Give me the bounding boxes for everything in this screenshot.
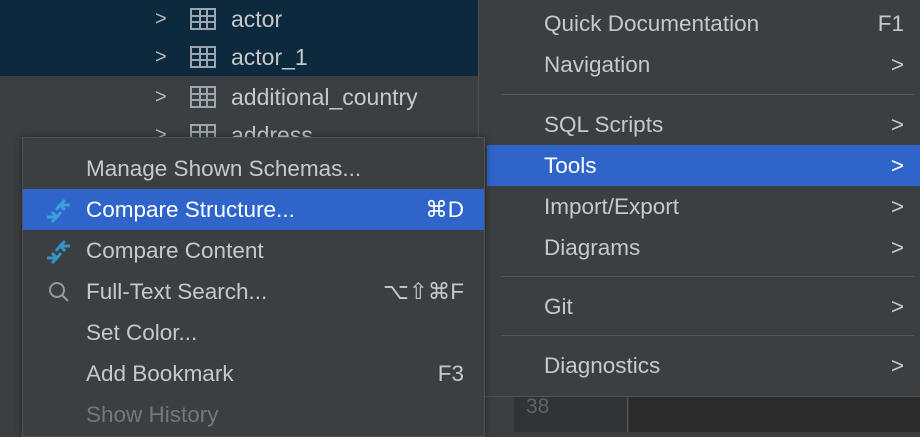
menu-item-compare-content[interactable]: Compare Content <box>23 230 484 271</box>
shortcut: F3 <box>437 360 464 386</box>
menu-item-git[interactable]: Git > <box>479 286 920 327</box>
menu-item-compare-structure[interactable]: Compare Structure... ⌘D <box>23 189 484 230</box>
menu-label: Import/Export <box>544 193 680 219</box>
menu-item-import-export[interactable]: Import/Export > <box>479 186 920 227</box>
tree-item-actor-1[interactable]: > actor_1 <box>0 38 478 76</box>
menu-item-show-history: Show History <box>23 394 484 435</box>
chevron-right-icon[interactable]: > <box>155 86 167 109</box>
menu-item-full-text-search[interactable]: Full-Text Search... ⌥⇧⌘F <box>23 271 484 312</box>
search-icon <box>49 281 69 302</box>
table-icon <box>190 8 216 30</box>
shortcut: F1 <box>877 10 904 36</box>
menu-label: SQL Scripts <box>544 111 664 137</box>
separator <box>501 335 914 336</box>
menu-label: Git <box>544 293 573 319</box>
menu-label: Tools <box>544 152 597 178</box>
menu-item-quick-documentation[interactable]: Quick Documentation F1 <box>479 3 920 44</box>
menu-label: Manage Shown Schemas... <box>86 155 362 181</box>
menu-label: Compare Structure... <box>86 196 295 222</box>
compare-icon <box>47 239 70 264</box>
menu-label: Compare Content <box>86 237 264 263</box>
chevron-right-icon: > <box>890 152 904 178</box>
table-icon <box>190 86 216 108</box>
editor-gutter: 38 <box>514 395 628 432</box>
chevron-right-icon: > <box>890 51 904 77</box>
chevron-right-icon[interactable]: > <box>155 46 167 69</box>
menu-item-tools[interactable]: Tools > <box>487 145 920 186</box>
tree-item-additional-country[interactable]: > additional_country <box>0 78 478 116</box>
chevron-right-icon: > <box>890 111 904 137</box>
menu-label: Full-Text Search... <box>86 278 268 304</box>
menu-label: Add Bookmark <box>86 360 234 386</box>
menu-item-set-color[interactable]: Set Color... <box>23 312 484 353</box>
chevron-right-icon: > <box>890 193 904 219</box>
chevron-right-icon: > <box>890 352 904 378</box>
table-icon <box>190 46 216 68</box>
chevron-right-icon: > <box>890 234 904 260</box>
menu-label: Diagnostics <box>544 352 661 378</box>
tree-item-actor[interactable]: > actor <box>0 0 478 38</box>
menu-label: Quick Documentation <box>544 10 760 36</box>
menu-item-manage-shown-schemas[interactable]: Manage Shown Schemas... <box>23 148 484 189</box>
menu-item-sql-scripts[interactable]: SQL Scripts > <box>479 104 920 145</box>
compare-icon <box>47 198 70 223</box>
chevron-right-icon: > <box>890 293 904 319</box>
menu-item-diagrams[interactable]: Diagrams > <box>479 227 920 268</box>
menu-label: Set Color... <box>86 319 198 345</box>
menu-item-add-bookmark[interactable]: Add Bookmark F3 <box>23 353 484 394</box>
editor-area[interactable] <box>629 397 920 432</box>
separator <box>501 276 914 277</box>
chevron-right-icon[interactable]: > <box>155 8 167 31</box>
shortcut: ⌘D <box>425 196 464 222</box>
separator <box>501 94 914 95</box>
context-menu: Quick Documentation F1 Navigation > SQL Sc… <box>478 0 920 397</box>
tools-submenu: Manage Shown Schemas... Compare Structur… <box>22 137 485 437</box>
menu-label: Diagrams <box>544 234 641 260</box>
menu-label: Show History <box>86 401 219 427</box>
menu-item-diagnostics[interactable]: Diagnostics > <box>479 345 920 386</box>
menu-item-navigation[interactable]: Navigation > <box>479 44 920 85</box>
line-number: 38 <box>526 395 550 418</box>
shortcut: ⌥⇧⌘F <box>382 278 464 304</box>
menu-label: Navigation <box>544 51 651 77</box>
